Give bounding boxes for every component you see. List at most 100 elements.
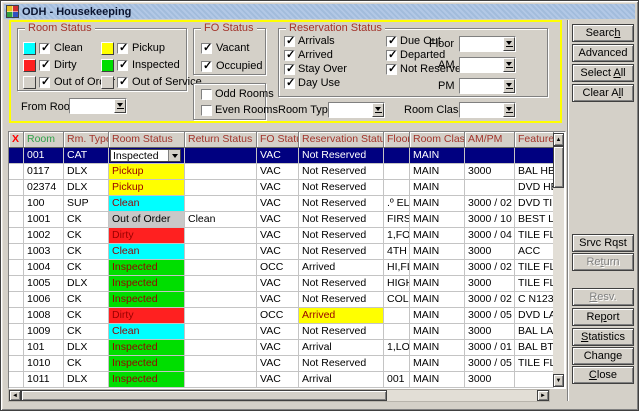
select-all-button[interactable]: Select All [572,64,634,82]
vscroll-thumb[interactable] [553,146,564,188]
dirty-color-swatch [23,59,36,72]
table-row-1006[interactable]: 1006CKInspectedVACNot ReservedCOLOMAIN30… [9,292,554,308]
from-room-combobox[interactable] [69,98,127,114]
cell-features: DVD HB [515,180,554,196]
am-combobox[interactable] [459,57,516,73]
table-row-1003[interactable]: 1003CKCleanVACNot Reserved4TH FMAIN3000A… [9,244,554,260]
arrivals-checkbox[interactable] [284,36,295,47]
due-out-checkbox[interactable] [386,36,397,47]
column-header-features[interactable]: Features [515,132,554,148]
table-row-1009[interactable]: 1009CKCleanVACNot ReservedMAIN3000BAL LA… [9,324,554,340]
report-button[interactable]: Report [572,308,634,326]
table-row-1011[interactable]: 1011DLXInspectedVACArrival001MAIN3000 [9,372,554,388]
table-hscrollbar[interactable]: ◄ ► [8,389,550,402]
table-row-1002[interactable]: 1002CKDirtyVACNot Reserved1,FOMAIN3000 /… [9,228,554,244]
change-button[interactable]: Change [572,347,634,365]
vacant-checkbox[interactable] [201,43,212,54]
table-row-1005[interactable]: 1005DLXInspectedVACNot ReservedHIGHMAIN3… [9,276,554,292]
hscroll-thumb[interactable] [21,390,387,401]
am-label: AM [438,59,455,71]
out-of-order-checkbox[interactable] [39,77,50,88]
column-header-fo-status[interactable]: FO Status [257,132,299,148]
cell-room-status: Inspected [109,276,185,292]
table-row-100[interactable]: 100SUPCleanVACNot Reserved.º ELISMAIN300… [9,196,554,212]
cell-features: ACC [515,244,554,260]
table-row-1008[interactable]: 1008CKDirtyOCCArrivedMAIN3000 / 05DVD LA… [9,308,554,324]
cell-room: 1008 [24,308,64,324]
column-header-room-status[interactable]: Room Status [109,132,185,148]
column-header-x[interactable]: X [9,132,24,148]
floor-dropdown-icon[interactable] [503,37,515,51]
from-room-dropdown-icon[interactable] [114,99,126,113]
cell-floor [384,148,410,164]
cell-room: 1001 [24,212,64,228]
cell-room: 101 [24,340,64,356]
column-header-rm-type[interactable]: Rm. Type [64,132,109,148]
cell-room-class: MAIN [410,340,465,356]
table-vscrollbar[interactable]: ▲ ▼ [553,133,564,387]
return-button[interactable]: Return [572,253,634,271]
table-row-0117[interactable]: 0117DLXPickupVACNot ReservedMAIN3000BAL … [9,164,554,180]
srvc-rqst-button[interactable]: Srvc Rqst [572,234,634,252]
scroll-right-icon[interactable]: ► [537,390,549,401]
table-row-001[interactable]: 001CATInspectedVACNot ReservedMAIN [9,148,554,164]
inspected-label: Inspected [132,59,180,71]
day-use-checkbox[interactable] [284,78,295,89]
cell-features: BAL LAN [515,324,554,340]
floor-combobox[interactable] [459,36,516,52]
close-button[interactable]: Close [572,366,634,384]
pm-dropdown-icon[interactable] [503,79,515,93]
cell-am-pm: 3000 [465,372,515,388]
column-header-reservation-status[interactable]: Reservation Status [299,132,384,148]
room-status-dropdown-icon[interactable] [168,150,180,161]
column-header-am-pm[interactable]: AM/PM [465,132,515,148]
cell-selector [9,244,24,260]
advanced-button[interactable]: Advanced [572,44,634,62]
cell-room: 1005 [24,276,64,292]
pm-combobox[interactable] [459,78,516,94]
column-header-room-class[interactable]: Room Class [410,132,465,148]
resv-button[interactable]: Resv. [572,288,634,306]
scroll-left-icon[interactable]: ◄ [9,390,21,401]
room-status-editor-combobox[interactable]: Inspected [110,149,181,162]
out-of-service-label: Out of Service [132,76,202,88]
dirty-checkbox[interactable] [39,60,50,71]
arrived-checkbox[interactable] [284,50,295,61]
departed-checkbox[interactable] [386,50,397,61]
pickup-checkbox[interactable] [117,43,128,54]
room-class-dropdown-icon[interactable] [503,103,515,117]
table-row-101[interactable]: 101DLXInspectedVACArrival1,LOWMAIN3000 /… [9,340,554,356]
clean-checkbox[interactable] [39,43,50,54]
search-button[interactable]: Search [572,24,634,42]
column-header-return-status[interactable]: Return Status [185,132,257,148]
room-type-dropdown-icon[interactable] [372,103,384,117]
not-reserved-checkbox[interactable] [386,64,397,75]
table-row-02374[interactable]: 02374DLXPickupVACNot ReservedMAINDVD HB [9,180,554,196]
scroll-down-icon[interactable]: ▼ [553,374,564,387]
inspected-checkbox[interactable] [117,60,128,71]
cell-room-class: MAIN [410,356,465,372]
titlebar[interactable]: ODH - Housekeeping [4,4,635,19]
stay-over-checkbox[interactable] [284,64,295,75]
cell-reservation-status: Not Reserved [299,228,384,244]
occupied-checkbox[interactable] [201,61,212,72]
clear-all-button[interactable]: Clear All [572,84,634,102]
table-row-1001[interactable]: 1001CKOut of OrderCleanVACNot ReservedFI… [9,212,554,228]
column-header-room[interactable]: Room [24,132,64,148]
room-class-combobox[interactable] [459,102,516,118]
odd-rooms-checkbox[interactable] [201,89,212,100]
room-type-combobox[interactable] [328,102,385,118]
cell-reservation-status: Arrived [299,308,384,324]
out-of-order-color-swatch [23,76,36,89]
table-row-1004[interactable]: 1004CKInspectedOCCArrivedHI,FLOMAIN3000 … [9,260,554,276]
even-rooms-checkbox[interactable] [201,105,212,116]
out-of-service-checkbox[interactable] [117,77,128,88]
cell-rm-type: CAT [64,148,109,164]
cell-room-status: Clean [109,324,185,340]
table-row-1010[interactable]: 1010CKInspectedVACNot ReservedMAIN3000 /… [9,356,554,372]
statistics-button[interactable]: Statistics [572,328,634,346]
column-header-floor[interactable]: Floor [384,132,410,148]
cell-fo-status: VAC [257,148,299,164]
scroll-up-icon[interactable]: ▲ [553,133,564,146]
am-dropdown-icon[interactable] [503,58,515,72]
